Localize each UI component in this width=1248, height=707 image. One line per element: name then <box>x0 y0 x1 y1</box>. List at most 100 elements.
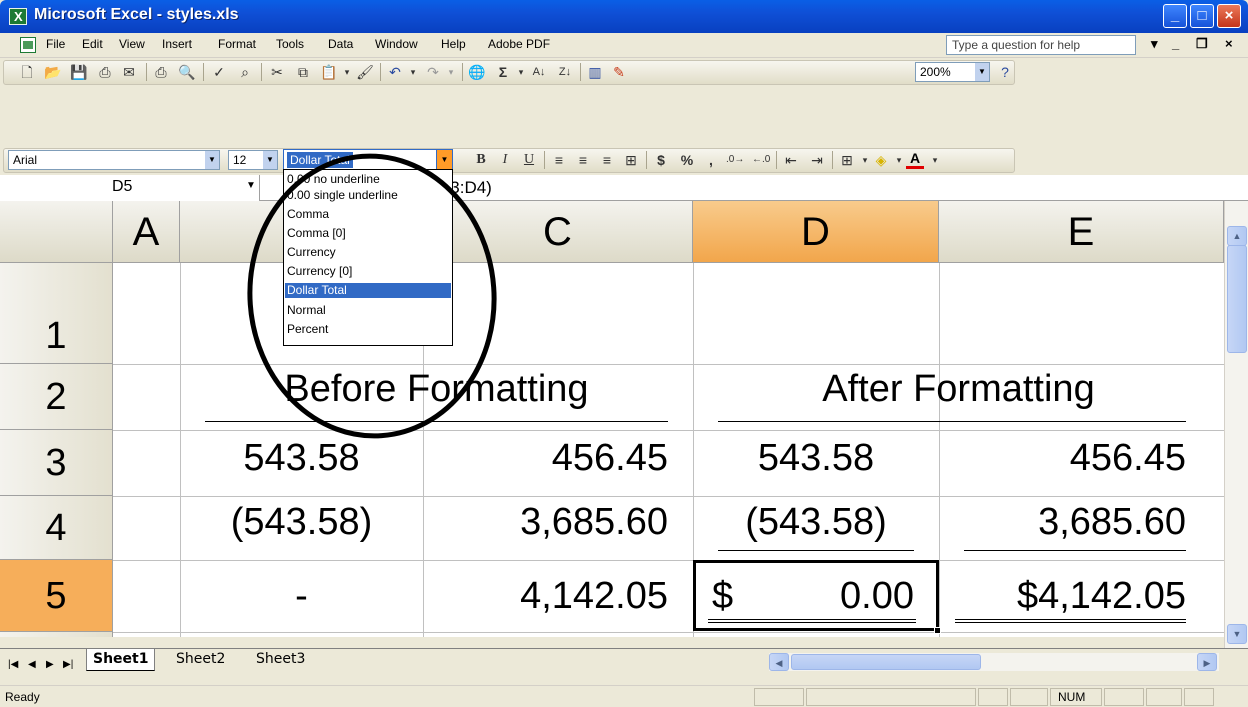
style-option-0-00-single-underline[interactable]: 0.00 single underline <box>285 188 451 203</box>
undo-dropdown-icon[interactable]: ▾ <box>404 63 422 81</box>
copy-icon[interactable]: ⧉ <box>294 63 312 81</box>
increase-decimal-icon[interactable]: .0→ <box>726 151 744 169</box>
prev-sheet-icon[interactable]: ◀ <box>28 659 36 670</box>
autosum-icon[interactable]: Σ <box>494 63 512 81</box>
style-option-normal[interactable]: Normal <box>285 303 451 318</box>
help-dropdown-icon[interactable]: ▾ <box>1151 36 1158 52</box>
currency-icon[interactable]: $ <box>652 151 670 169</box>
first-sheet-icon[interactable]: |◀ <box>8 659 18 670</box>
column-header-e[interactable]: E <box>939 201 1224 263</box>
cell-d4[interactable]: (543.58) <box>693 501 939 544</box>
open-icon[interactable]: 📂 <box>44 63 62 81</box>
row-header-2[interactable]: 2 <box>0 364 113 430</box>
menu-adobe-pdf[interactable]: Adobe PDF <box>488 37 550 51</box>
cell-e4[interactable]: 3,685.60 <box>939 501 1186 544</box>
menu-format[interactable]: Format <box>218 37 256 51</box>
font-size-select[interactable]: 12 ▼ <box>228 150 278 170</box>
cell-c5[interactable]: 4,142.05 <box>423 575 668 618</box>
doc-minimize-icon[interactable]: _ <box>1172 36 1179 51</box>
chevron-down-icon[interactable]: ▼ <box>205 151 219 169</box>
sort-ascending-icon[interactable]: A↓ <box>530 63 548 81</box>
new-icon[interactable]: 🗋 <box>18 63 36 81</box>
column-header-a[interactable]: A <box>113 201 180 263</box>
style-option-comma[interactable]: Comma <box>285 207 451 222</box>
next-sheet-icon[interactable]: ▶ <box>46 659 54 670</box>
autosum-dropdown-icon[interactable]: ▾ <box>512 63 530 81</box>
cell-b4[interactable]: (543.58) <box>180 501 423 544</box>
style-dropdown-list[interactable]: 0.00 no underline 0.00 single underline … <box>283 169 453 346</box>
redo-icon[interactable]: ↷ <box>424 63 442 81</box>
cell-e5[interactable]: $4,142.05 <box>939 575 1186 618</box>
column-header-d[interactable]: D <box>693 201 939 263</box>
style-option-currency-0[interactable]: Currency [0] <box>285 264 451 279</box>
spelling-icon[interactable]: ✓ <box>210 63 228 81</box>
save-icon[interactable]: 💾 <box>70 63 88 81</box>
drawing-icon[interactable]: ✎ <box>610 63 628 81</box>
chevron-down-icon[interactable]: ▼ <box>975 63 989 81</box>
merge-center-icon[interactable]: ⊞ <box>622 151 640 169</box>
menu-insert[interactable]: Insert <box>162 37 192 51</box>
menu-edit[interactable]: Edit <box>82 37 103 51</box>
scroll-up-icon[interactable]: ▲ <box>1227 226 1247 246</box>
bold-icon[interactable]: B <box>472 151 490 169</box>
horizontal-scrollbar[interactable]: ◀ ▶ <box>769 653 1219 671</box>
percent-icon[interactable]: % <box>678 151 696 169</box>
tab-sheet3[interactable]: Sheet3 <box>250 649 311 671</box>
row-header-4[interactable]: 4 <box>0 496 113 560</box>
menu-help[interactable]: Help <box>441 37 466 51</box>
menu-file[interactable]: File <box>46 37 65 51</box>
align-right-icon[interactable]: ≡ <box>598 151 616 169</box>
maximize-button[interactable]: □ <box>1190 4 1214 28</box>
excel-app-icon[interactable] <box>9 8 27 25</box>
row-header-3[interactable]: 3 <box>0 430 113 496</box>
underline-icon[interactable]: U <box>520 151 538 169</box>
align-center-icon[interactable]: ≡ <box>574 151 592 169</box>
decrease-decimal-icon[interactable]: ←.0 <box>752 151 770 169</box>
menu-data[interactable]: Data <box>328 37 353 51</box>
style-select[interactable]: Dollar Total ▼ <box>283 149 453 171</box>
chevron-down-icon[interactable]: ▼ <box>436 149 453 171</box>
permission-icon[interactable]: ⎙ <box>96 63 114 81</box>
row-header-6[interactable]: 6 <box>0 632 113 637</box>
style-option-comma-0[interactable]: Comma [0] <box>285 226 451 241</box>
tab-sheet1[interactable]: Sheet1 <box>86 649 156 671</box>
align-left-icon[interactable]: ≡ <box>550 151 568 169</box>
help-search-input[interactable]: Type a question for help <box>946 35 1136 55</box>
borders-icon[interactable]: ⊞ <box>838 151 856 169</box>
italic-icon[interactable]: I <box>496 151 514 169</box>
vertical-scroll-thumb[interactable] <box>1227 245 1247 353</box>
hyperlink-icon[interactable]: 🌐 <box>468 63 486 81</box>
name-box[interactable]: D5 <box>0 175 260 201</box>
cell-b2-before-formatting[interactable]: Before Formatting <box>180 368 693 411</box>
format-painter-icon[interactable]: 🖌 <box>356 63 374 81</box>
cell-e3[interactable]: 456.45 <box>939 437 1186 480</box>
select-all-corner[interactable] <box>0 201 113 263</box>
column-header-c[interactable]: C <box>423 201 693 263</box>
cell-d3[interactable]: 543.58 <box>693 437 939 480</box>
print-preview-icon[interactable]: 🔍 <box>178 63 196 81</box>
undo-icon[interactable]: ↶ <box>386 63 404 81</box>
style-option-0-00-no-underline[interactable]: 0.00 no underline <box>285 172 451 187</box>
cell-d2-after-formatting[interactable]: After Formatting <box>693 368 1224 411</box>
cell-c3[interactable]: 456.45 <box>423 437 668 480</box>
row-header-1[interactable]: 1 <box>0 263 113 364</box>
row-header-5[interactable]: 5 <box>0 560 113 632</box>
scroll-down-icon[interactable]: ▼ <box>1227 624 1247 644</box>
fill-handle[interactable] <box>934 627 941 634</box>
scroll-right-icon[interactable]: ▶ <box>1197 653 1217 671</box>
redo-dropdown-icon[interactable]: ▾ <box>442 63 460 81</box>
research-icon[interactable]: ⌕ <box>236 63 254 81</box>
comma-style-icon[interactable]: , <box>702 151 720 169</box>
cell-c4[interactable]: 3,685.60 <box>423 501 668 544</box>
chart-wizard-icon[interactable]: ▥ <box>586 63 604 81</box>
help-icon[interactable]: ? <box>996 63 1014 81</box>
close-button[interactable]: × <box>1217 4 1241 28</box>
cell-b3[interactable]: 543.58 <box>180 437 423 480</box>
menu-view[interactable]: View <box>119 37 145 51</box>
workbook-icon[interactable] <box>20 37 36 53</box>
horizontal-scroll-thumb[interactable] <box>791 654 981 670</box>
name-box-dropdown-icon[interactable]: ▼ <box>246 180 256 191</box>
increase-indent-icon[interactable]: ⇥ <box>808 151 826 169</box>
font-color-dropdown-icon[interactable]: ▾ <box>926 151 944 169</box>
paste-icon[interactable]: 📋 <box>320 63 338 81</box>
